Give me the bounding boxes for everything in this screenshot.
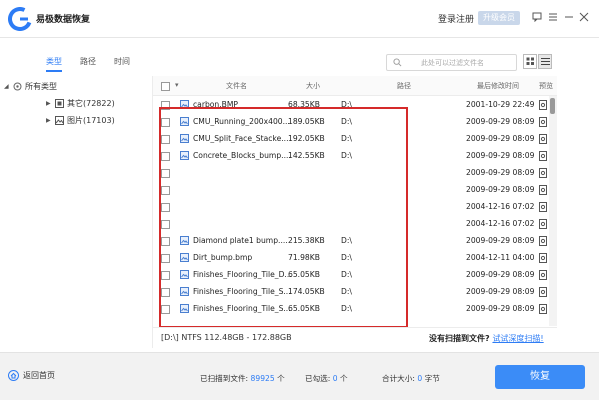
column-filename[interactable]: 文件名 [226, 81, 247, 91]
chevron-down-icon[interactable]: ▾ [175, 81, 179, 89]
preview-icon[interactable] [539, 304, 547, 314]
title-bar: 易极数据恢复 登录注册 升级会员 [0, 0, 599, 38]
scanned-count: 89925 [250, 374, 275, 383]
back-home-label: 返回首页 [23, 371, 55, 380]
column-path[interactable]: 路径 [397, 81, 411, 91]
tab-time[interactable]: 时间 [114, 56, 130, 72]
scanned-files-stat: 已扫描到文件: 89925 个 [200, 373, 285, 384]
checked-files-stat: 已勾选: 0 个 [305, 373, 348, 384]
file-modified-time: 2009-09-29 08:09 [466, 287, 535, 296]
file-modified-time: 2001-10-29 22:49 [466, 100, 535, 109]
tab-type[interactable]: 类型 [46, 56, 62, 72]
checked-count: 0 [332, 374, 338, 383]
home-icon [8, 370, 19, 381]
file-modified-time: 2009-09-29 08:09 [466, 270, 535, 279]
preview-icon[interactable] [539, 151, 547, 161]
file-modified-time: 2009-09-29 08:09 [466, 151, 535, 160]
scrollbar-thumb[interactable] [550, 98, 555, 114]
preview-icon[interactable] [539, 117, 547, 127]
file-type-tree: ◢ 所有类型 ▶ 其它(72822) ▶ 图片(17103) [0, 76, 153, 348]
app-title: 易极数据恢复 [36, 15, 91, 25]
file-modified-time: 2004-12-16 07:02 [466, 202, 535, 211]
column-size[interactable]: 大小 [306, 81, 320, 91]
preview-icon[interactable] [539, 185, 547, 195]
table-scrollbar[interactable] [549, 96, 557, 326]
tree-item-other[interactable]: ▶ 其它(72822) [46, 95, 115, 111]
tab-path[interactable]: 路径 [80, 56, 96, 72]
preview-icon[interactable] [539, 134, 547, 144]
preview-icon[interactable] [539, 253, 547, 263]
preview-icon[interactable] [539, 236, 547, 246]
preview-icon[interactable] [539, 270, 547, 280]
no-file-hint: 没有扫描到文件? 试试深度扫描! [429, 333, 544, 344]
deep-scan-link[interactable]: 试试深度扫描! [492, 334, 543, 343]
image-folder-icon [54, 115, 64, 125]
tree-item-label: 图片(17103) [67, 115, 115, 125]
tree-item-images[interactable]: ▶ 图片(17103) [46, 112, 115, 128]
tree-item-label: 所有类型 [25, 81, 57, 91]
scanned-label: 已扫描到文件: [200, 374, 249, 383]
total-unit: 字节 [424, 374, 440, 383]
preview-icon[interactable] [539, 202, 547, 212]
menu-icon[interactable] [546, 10, 560, 24]
minimize-icon[interactable] [562, 10, 576, 24]
checked-unit: 个 [340, 374, 348, 383]
grid-view-icon[interactable] [523, 54, 537, 69]
close-icon[interactable] [577, 10, 591, 24]
expand-down-icon[interactable]: ◢ [4, 83, 12, 90]
feedback-icon[interactable] [530, 10, 544, 24]
login-register-link[interactable]: 登录注册 [438, 12, 474, 25]
total-label: 合计大小: [382, 374, 415, 383]
file-modified-time: 2009-09-29 08:09 [466, 236, 535, 245]
disk-info: [D:\] NTFS 112.48GB - 172.88GB [161, 333, 292, 342]
bottom-bar: 返回首页 已扫描到文件: 89925 个 已勾选: 0 个 合计大小: 0 字节… [0, 352, 599, 400]
preview-icon[interactable] [539, 168, 547, 178]
checked-label: 已勾选: [305, 374, 331, 383]
file-modified-time: 2009-09-29 08:09 [466, 117, 535, 126]
file-modified-time: 2009-09-29 08:09 [466, 168, 535, 177]
filename-filter-input[interactable]: 此处可以过滤文件名 [386, 54, 517, 71]
search-placeholder: 此处可以过滤文件名 [421, 59, 484, 67]
all-types-icon [12, 81, 22, 91]
highlight-box [159, 107, 408, 328]
tree-item-all-types[interactable]: ◢ 所有类型 [4, 78, 57, 94]
list-view-icon[interactable] [538, 54, 552, 69]
expand-right-icon[interactable]: ▶ [46, 117, 54, 124]
preview-icon[interactable] [539, 100, 547, 110]
back-home-button[interactable]: 返回首页 [8, 370, 55, 381]
file-modified-time: 2009-09-29 08:09 [466, 185, 535, 194]
file-modified-time: 2009-09-29 08:09 [466, 304, 535, 313]
preview-icon[interactable] [539, 287, 547, 297]
expand-right-icon[interactable]: ▶ [46, 100, 54, 107]
tree-item-label: 其它(72822) [67, 98, 115, 108]
view-tabs: 类型 路径 时间 [46, 56, 130, 72]
app-logo-icon [8, 7, 32, 31]
column-modified-time[interactable]: 最后修改时间 [477, 81, 519, 91]
total-size: 0 [417, 374, 423, 383]
select-all-checkbox[interactable] [161, 82, 170, 91]
other-files-icon [54, 98, 64, 108]
scan-status-bar: [D:\] NTFS 112.48GB - 172.88GB 没有扫描到文件? … [153, 327, 557, 347]
table-header: ▾ 文件名 大小 路径 最后修改时间 预览 [153, 76, 557, 96]
upgrade-vip-button[interactable]: 升级会员 [478, 11, 520, 25]
file-modified-time: 2004-12-16 07:02 [466, 219, 535, 228]
file-modified-time: 2009-09-29 08:09 [466, 134, 535, 143]
scanned-unit: 个 [277, 374, 285, 383]
preview-icon[interactable] [539, 219, 547, 229]
file-modified-time: 2004-12-11 04:00 [466, 253, 535, 262]
no-file-text: 没有扫描到文件? [429, 334, 490, 343]
search-icon [393, 58, 402, 67]
column-preview: 预览 [539, 82, 553, 90]
total-size-stat: 合计大小: 0 字节 [382, 373, 440, 384]
recover-button[interactable]: 恢复 [495, 365, 585, 389]
